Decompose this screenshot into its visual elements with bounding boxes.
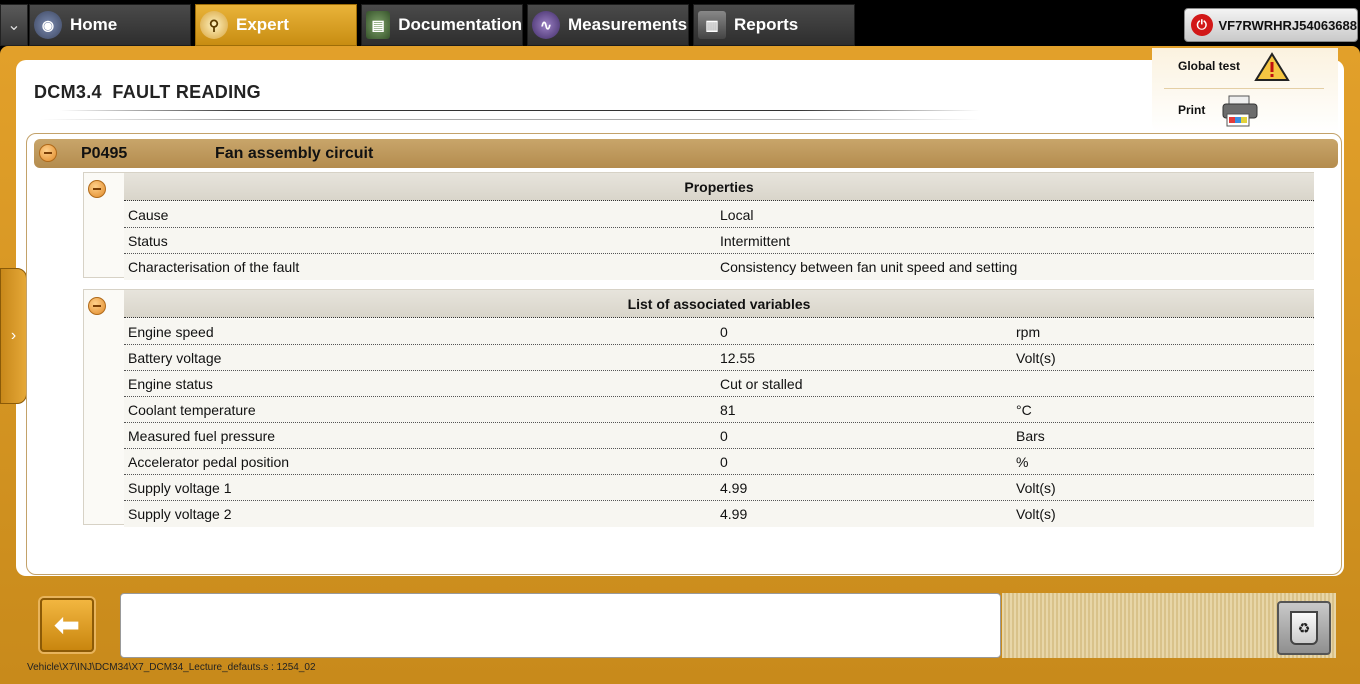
- variable-unit: °C: [1016, 402, 1032, 418]
- waveform-icon: ∿: [532, 11, 560, 39]
- property-name: Status: [128, 233, 168, 249]
- variable-value: 12.55: [720, 350, 756, 366]
- book-icon: ▤: [366, 11, 391, 39]
- tab-documentation[interactable]: ▤ Documentation: [361, 4, 523, 46]
- variable-name: Accelerator pedal position: [128, 454, 290, 470]
- power-icon: ⏻: [1191, 14, 1213, 36]
- tab-home[interactable]: ◉ Home: [29, 4, 191, 46]
- properties-section: Properties Cause Local Status Intermitte…: [83, 172, 1314, 280]
- property-row: Cause Local: [124, 202, 1314, 228]
- variable-value: 0: [720, 454, 728, 470]
- print-button[interactable]: Print: [1178, 94, 1259, 127]
- side-panel-handle[interactable]: ›: [0, 268, 27, 404]
- tab-reports[interactable]: ▥ Reports: [693, 4, 855, 46]
- report-icon: ▥: [698, 11, 726, 39]
- variable-name: Engine speed: [128, 324, 214, 340]
- warning-icon: [1254, 52, 1290, 81]
- fault-header: P0495 Fan assembly circuit: [34, 139, 1338, 168]
- variable-value: 4.99: [720, 480, 748, 496]
- variable-value: 4.99: [720, 506, 748, 522]
- tool-separator: [1164, 88, 1324, 89]
- variable-row: Engine speed 0 rpm: [124, 319, 1314, 345]
- title-divider-secondary: [40, 119, 980, 120]
- tool-panel: Global test Print: [1152, 48, 1338, 132]
- variable-name: Engine status: [128, 376, 213, 392]
- magnifier-icon: ⚲: [200, 11, 228, 39]
- print-label: Print: [1178, 103, 1206, 117]
- variable-row: Supply voltage 1 4.99 Volt(s): [124, 475, 1314, 501]
- top-navigation-bar: ⌄ ◉ Home ⚲ Expert ▤ Documentation ∿ Meas…: [0, 0, 1360, 48]
- variable-row: Battery voltage 12.55 Volt(s): [124, 345, 1314, 371]
- script-path: Vehicle\X7\INJ\DCM34\X7_DCM34_Lecture_de…: [27, 662, 316, 673]
- fault-code: P0495: [81, 144, 128, 162]
- tab-measurements-label: Measurements: [568, 15, 688, 34]
- tab-home-label: Home: [70, 15, 118, 34]
- variable-unit: Bars: [1016, 428, 1045, 444]
- variable-value: 0: [720, 428, 728, 444]
- variable-name: Supply voltage 2: [128, 506, 232, 522]
- tab-documentation-label: Documentation: [398, 15, 522, 34]
- tab-reports-label: Reports: [734, 15, 799, 34]
- property-row: Characterisation of the fault Consistenc…: [124, 254, 1314, 280]
- message-area: [120, 593, 1001, 658]
- variable-unit: Volt(s): [1016, 350, 1056, 366]
- variables-heading: List of associated variables: [124, 290, 1314, 318]
- variable-row: Measured fuel pressure 0 Bars: [124, 423, 1314, 449]
- home-icon: ◉: [34, 11, 62, 39]
- property-name: Cause: [128, 207, 169, 223]
- variable-row: Supply voltage 2 4.99 Volt(s): [124, 501, 1314, 527]
- chevron-right-icon: ›: [10, 327, 17, 344]
- property-value: Intermittent: [720, 233, 791, 249]
- back-button[interactable]: ⬅: [40, 598, 94, 652]
- arrow-left-icon: ⬅: [54, 608, 80, 642]
- collapse-properties-icon[interactable]: [88, 180, 106, 198]
- variable-name: Measured fuel pressure: [128, 428, 276, 444]
- variable-row: Engine status Cut or stalled: [124, 371, 1314, 397]
- variable-name: Coolant temperature: [128, 402, 256, 418]
- vin-power-button[interactable]: ⏻ VF7RWRHRJ54063688: [1184, 8, 1358, 42]
- tab-expert[interactable]: ⚲ Expert: [195, 4, 357, 46]
- collapse-fault-icon[interactable]: [39, 144, 57, 162]
- fault-description: Fan assembly circuit: [215, 144, 374, 162]
- vin-label: VF7RWRHRJ54063688: [1218, 17, 1358, 33]
- global-test-label: Global test: [1178, 59, 1241, 73]
- menu-toggle-button[interactable]: ⌄: [0, 4, 28, 46]
- variable-row: Accelerator pedal position 0 %: [124, 449, 1314, 475]
- variable-value: 0: [720, 324, 728, 340]
- variable-row: Coolant temperature 81 °C: [124, 397, 1314, 423]
- variable-unit: %: [1016, 454, 1029, 470]
- variable-unit: Volt(s): [1016, 480, 1056, 496]
- variable-unit: rpm: [1016, 324, 1041, 340]
- variable-name: Battery voltage: [128, 350, 222, 366]
- variable-unit: Volt(s): [1016, 506, 1056, 522]
- global-test-button[interactable]: Global test: [1178, 52, 1290, 81]
- chevron-down-icon: ⌄: [7, 17, 21, 34]
- property-value: Consistency between fan unit speed and s…: [720, 259, 1018, 275]
- collapse-variables-icon[interactable]: [88, 297, 106, 315]
- title-divider: [60, 110, 980, 111]
- variable-name: Supply voltage 1: [128, 480, 232, 496]
- variable-value: Cut or stalled: [720, 376, 803, 392]
- variable-value: 81: [720, 402, 736, 418]
- tab-expert-label: Expert: [236, 15, 289, 34]
- tab-measurements[interactable]: ∿ Measurements: [527, 4, 689, 46]
- properties-heading: Properties: [124, 173, 1314, 201]
- recycle-bin-icon: ♻: [1290, 611, 1318, 645]
- page-title: DCM3.4 FAULT READING: [34, 82, 261, 102]
- property-value: Local: [720, 207, 754, 223]
- property-name: Characterisation of the fault: [128, 259, 300, 275]
- printer-icon: [1219, 94, 1259, 127]
- trash-button[interactable]: ♻: [1277, 601, 1331, 655]
- property-row: Status Intermittent: [124, 228, 1314, 254]
- variables-section: List of associated variables Engine spee…: [83, 289, 1314, 527]
